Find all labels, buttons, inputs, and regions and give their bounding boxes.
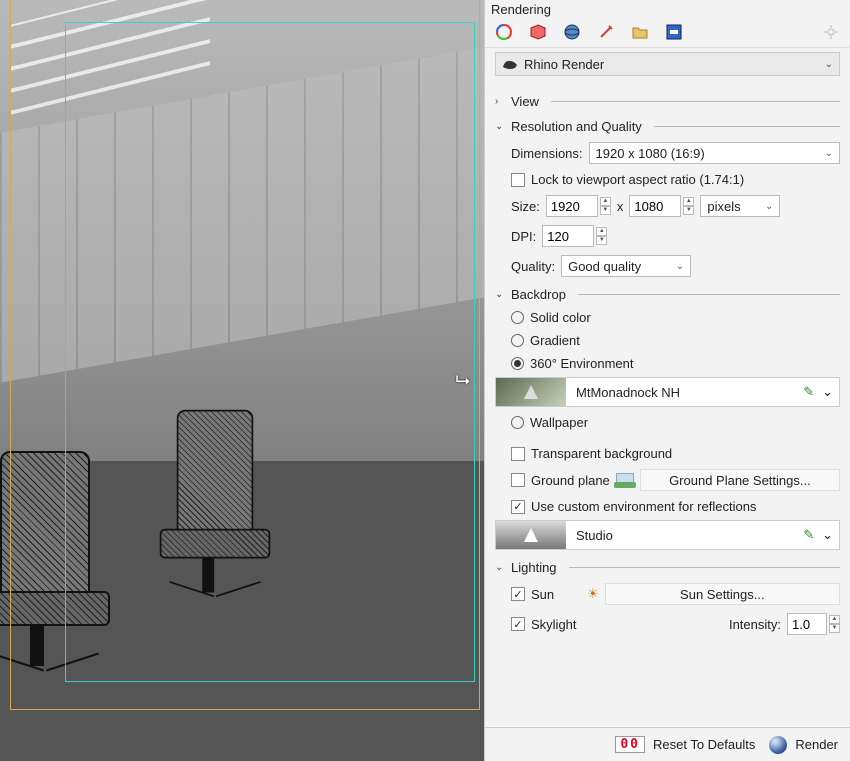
- custom-refl-label: Use custom environment for reflections: [531, 499, 756, 514]
- lock-aspect-label: Lock to viewport aspect ratio (1.74:1): [531, 172, 744, 187]
- libraries-tab-icon[interactable]: [631, 23, 649, 41]
- quality-select[interactable]: Good quality ⌄: [561, 255, 691, 277]
- reset-defaults-button[interactable]: 00 Reset To Defaults: [615, 736, 755, 753]
- ground-tab-icon[interactable]: [665, 23, 683, 41]
- section-backdrop-header[interactable]: ⌄ Backdrop: [495, 287, 840, 302]
- chevron-down-icon: ⌄: [825, 148, 833, 159]
- width-spinner[interactable]: ▲▼: [600, 197, 611, 215]
- section-title: View: [511, 94, 539, 109]
- backdrop-env-label: 360° Environment: [530, 356, 633, 371]
- renderer-name: Rhino Render: [524, 57, 604, 72]
- panel-title: Rendering: [485, 0, 850, 17]
- backdrop-wallpaper-radio[interactable]: [511, 416, 524, 429]
- section-title: Resolution and Quality: [511, 119, 642, 134]
- height-spinner[interactable]: ▲▼: [683, 197, 694, 215]
- panel-toolstrip: [485, 17, 850, 48]
- by-label: x: [617, 199, 624, 214]
- environments-tab-icon[interactable]: [563, 23, 581, 41]
- dimensions-select[interactable]: 1920 x 1080 (16:9) ⌄: [589, 142, 840, 164]
- units-value: pixels: [707, 199, 740, 214]
- chevron-down-icon: ⌄: [495, 562, 505, 573]
- section-title: Lighting: [511, 560, 557, 575]
- cursor-icon: ⮡: [456, 370, 470, 391]
- sun-checkbox[interactable]: ✓: [511, 587, 525, 601]
- transparent-bg-label: Transparent background: [531, 446, 672, 461]
- environment-slot[interactable]: MtMonadnock NH ✎ ⌄: [495, 377, 840, 407]
- rendering-tab-icon[interactable]: [495, 23, 513, 41]
- width-input[interactable]: [546, 195, 598, 217]
- transparent-bg-checkbox[interactable]: [511, 447, 525, 461]
- dimensions-label: Dimensions:: [511, 146, 583, 161]
- section-title: Backdrop: [511, 287, 566, 302]
- edit-pencil-icon[interactable]: ✎: [803, 384, 814, 400]
- environment-thumb-icon: [496, 378, 566, 406]
- render-sphere-icon: [769, 736, 787, 754]
- chevron-down-icon: ⌄: [825, 59, 833, 70]
- chevron-right-icon: ›: [495, 96, 505, 107]
- renderer-select[interactable]: Rhino Render ⌄: [495, 52, 840, 76]
- backdrop-wallpaper-label: Wallpaper: [530, 415, 588, 430]
- lock-aspect-checkbox[interactable]: [511, 173, 525, 187]
- sun-label: Sun: [531, 587, 581, 602]
- size-label: Size:: [511, 199, 540, 214]
- height-input[interactable]: [629, 195, 681, 217]
- dpi-input[interactable]: [542, 225, 594, 247]
- section-lighting-header[interactable]: ⌄ Lighting: [495, 560, 840, 575]
- rendering-panel: Rendering Rhino Render ⌄ › View ⌄: [484, 0, 850, 761]
- backdrop-gradient-label: Gradient: [530, 333, 580, 348]
- skylight-label: Skylight: [531, 617, 723, 632]
- panel-footer: 00 Reset To Defaults Render: [485, 727, 850, 761]
- reflection-thumb-icon: [496, 521, 566, 549]
- ground-plane-settings-button[interactable]: Ground Plane Settings...: [640, 469, 840, 491]
- materials-tab-icon[interactable]: [529, 23, 547, 41]
- chevron-down-icon: ⌄: [676, 261, 684, 272]
- chevron-down-icon: ⌄: [495, 289, 505, 300]
- sun-icon: ☀: [587, 586, 599, 602]
- reset-defaults-label: Reset To Defaults: [653, 737, 755, 752]
- dpi-label: DPI:: [511, 229, 536, 244]
- section-resq-header[interactable]: ⌄ Resolution and Quality: [495, 119, 840, 134]
- skylight-checkbox[interactable]: ✓: [511, 617, 525, 631]
- viewport-3d[interactable]: ⮡: [0, 0, 484, 761]
- backdrop-env-radio[interactable]: [511, 357, 524, 370]
- intensity-input[interactable]: [787, 613, 827, 635]
- intensity-label: Intensity:: [729, 617, 781, 632]
- ground-plane-checkbox[interactable]: [511, 473, 525, 487]
- panel-options-icon[interactable]: [822, 23, 840, 41]
- digits-icon: 00: [615, 736, 645, 753]
- render-button[interactable]: Render: [769, 736, 838, 754]
- intensity-spinner[interactable]: ▲▼: [829, 615, 840, 633]
- backdrop-solid-radio[interactable]: [511, 311, 524, 324]
- units-select[interactable]: pixels ⌄: [700, 195, 780, 217]
- textures-tab-icon[interactable]: [597, 23, 615, 41]
- safe-frame: [65, 22, 475, 682]
- ground-plane-icon: [616, 473, 634, 487]
- reflection-env-slot[interactable]: Studio ✎ ⌄: [495, 520, 840, 550]
- chevron-down-icon: ⌄: [765, 201, 773, 212]
- sun-settings-button[interactable]: Sun Settings...: [605, 583, 840, 605]
- chevron-down-icon[interactable]: ⌄: [822, 527, 833, 543]
- edit-pencil-icon[interactable]: ✎: [803, 527, 814, 543]
- rhino-icon: [502, 57, 518, 71]
- dimensions-value: 1920 x 1080 (16:9): [596, 146, 705, 161]
- reflection-env-name: Studio: [576, 528, 795, 543]
- quality-value: Good quality: [568, 259, 641, 274]
- chevron-down-icon[interactable]: ⌄: [822, 384, 833, 400]
- ground-plane-label: Ground plane: [531, 473, 610, 488]
- environment-name: MtMonadnock NH: [576, 385, 795, 400]
- custom-refl-checkbox[interactable]: ✓: [511, 500, 525, 514]
- backdrop-gradient-radio[interactable]: [511, 334, 524, 347]
- quality-label: Quality:: [511, 259, 555, 274]
- section-view-header[interactable]: › View: [495, 94, 840, 109]
- render-label: Render: [795, 737, 838, 752]
- chevron-down-icon: ⌄: [495, 121, 505, 132]
- dpi-spinner[interactable]: ▲▼: [596, 227, 607, 245]
- backdrop-solid-label: Solid color: [530, 310, 591, 325]
